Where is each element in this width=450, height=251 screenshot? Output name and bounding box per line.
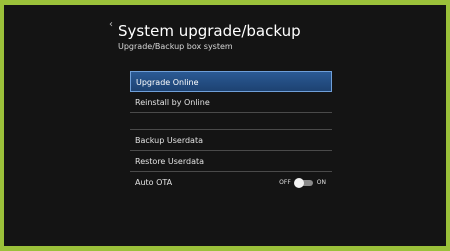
menu-item-restore-userdata[interactable]: Restore Userdata (130, 151, 332, 172)
tv-screen: ‹ System upgrade/backup Upgrade/Backup b… (4, 5, 446, 246)
menu-item-reinstall-online[interactable]: Reinstall by Online (130, 92, 332, 113)
menu-item-backup-userdata[interactable]: Backup Userdata (130, 130, 332, 151)
menu-separator-row (130, 113, 332, 130)
auto-ota-label: Auto OTA (135, 178, 173, 187)
menu-item-upgrade-online[interactable]: Upgrade Online (130, 71, 332, 92)
menu-item-auto-ota[interactable]: Auto OTA OFF ON (130, 172, 332, 193)
back-chevron-icon[interactable]: ‹ (109, 19, 113, 31)
toggle-off-label: OFF (279, 179, 291, 186)
auto-ota-toggle[interactable]: OFF ON (279, 172, 326, 193)
toggle-knob (293, 177, 304, 188)
settings-menu: Upgrade Online Reinstall by Online Backu… (130, 71, 332, 193)
page-subtitle: Upgrade/Backup box system (118, 42, 233, 51)
toggle-on-label: ON (316, 179, 326, 186)
page-title: System upgrade/backup (118, 22, 301, 40)
toggle-switch[interactable] (293, 177, 313, 188)
